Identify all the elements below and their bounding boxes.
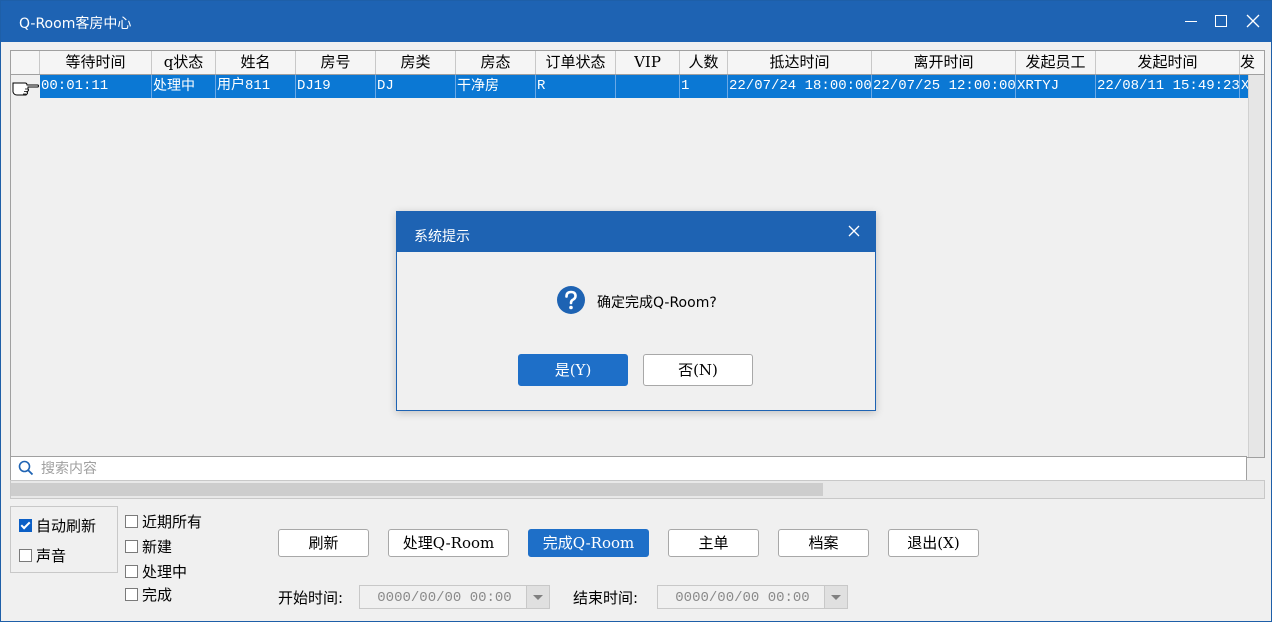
cell-wait-time: 00:01:11: [40, 75, 152, 98]
filter-processing[interactable]: 处理中: [125, 561, 187, 581]
search-icon: [18, 460, 34, 476]
vertical-scrollbar[interactable]: [1248, 75, 1264, 457]
minimize-icon: [1185, 21, 1197, 22]
filter-complete[interactable]: 完成: [125, 584, 172, 604]
cell-arrival: 22/07/24 18:00:00: [728, 75, 872, 98]
checkbox-icon: [125, 514, 138, 528]
title-bar: Q-Room客房中心: [1, 1, 1271, 42]
column-header[interactable]: 订单状态: [536, 51, 616, 74]
filter-label: 完成: [142, 585, 173, 604]
cell-name: 用户811: [216, 75, 296, 98]
question-icon: [557, 286, 585, 314]
search-box: [10, 456, 1247, 481]
checkbox-icon: [125, 587, 138, 601]
column-header[interactable]: 发起时间: [1096, 51, 1240, 74]
column-header[interactable]: 发起员工: [1016, 51, 1096, 74]
confirm-dialog: 系统提示 确定完成Q-Room? 是(Y) 否(N): [396, 211, 876, 411]
column-header[interactable]: 发: [1240, 51, 1264, 74]
sound-label: 声音: [36, 546, 67, 565]
column-header[interactable]: 离开时间: [872, 51, 1016, 74]
start-time-input[interactable]: [360, 586, 529, 610]
start-time-label: 开始时间:: [278, 589, 344, 607]
cell-staff: XRTYJ: [1016, 75, 1096, 98]
end-time-label: 结束时间:: [573, 589, 639, 607]
maximize-icon: [1215, 15, 1227, 27]
complete-qroom-button[interactable]: 完成Q-Room: [528, 529, 649, 557]
chevron-down-icon[interactable]: [526, 586, 549, 608]
end-time-picker[interactable]: [657, 585, 848, 610]
dialog-title-bar: 系统提示: [397, 212, 875, 252]
close-icon: [848, 225, 860, 237]
filter-label: 新建: [142, 537, 173, 556]
end-time-input[interactable]: [658, 586, 827, 610]
cell-departure: 22/07/25 12:00:00: [872, 75, 1016, 98]
archive-button[interactable]: 档案: [778, 529, 869, 557]
pointing-hand-icon: [12, 82, 39, 96]
yes-button[interactable]: 是(Y): [518, 354, 628, 386]
dialog-title: 系统提示: [414, 229, 470, 245]
start-time-picker[interactable]: [359, 585, 550, 610]
filter-label: 近期所有: [142, 512, 203, 531]
chevron-down-icon[interactable]: [824, 586, 847, 608]
column-header[interactable]: q状态: [152, 51, 216, 74]
dialog-close-button[interactable]: [845, 223, 863, 241]
filter-new[interactable]: 新建: [125, 536, 172, 556]
table-header: 等待时间 q状态 姓名 房号 房类 房态 订单状态 VIP 人数 抵达时间 离开…: [11, 51, 1264, 75]
column-header[interactable]: 等待时间: [40, 51, 152, 74]
column-header[interactable]: 房态: [456, 51, 536, 74]
close-button[interactable]: [1241, 9, 1265, 33]
scrollbar-thumb[interactable]: [11, 483, 823, 496]
exit-button[interactable]: 退出(X): [888, 529, 979, 557]
checkbox-icon: [19, 548, 32, 562]
horizontal-scrollbar[interactable]: [10, 480, 1265, 499]
checkbox-icon: [125, 564, 138, 578]
process-qroom-button[interactable]: 处理Q-Room: [388, 529, 509, 557]
auto-refresh-label: 自动刷新: [36, 516, 97, 535]
column-header[interactable]: 姓名: [216, 51, 296, 74]
dialog-message: 确定完成Q-Room?: [597, 295, 717, 311]
refresh-button[interactable]: 刷新: [278, 529, 369, 557]
cell-guests: 1: [680, 75, 728, 98]
cell-created: 22/08/11 15:49:23: [1096, 75, 1240, 98]
master-folio-button[interactable]: 主单: [668, 529, 759, 557]
column-header[interactable]: VIP: [616, 51, 680, 74]
table-row[interactable]: 00:01:11 处理中 用户811 DJ19 DJ 干净房 R 1 22/07…: [40, 75, 1264, 98]
checkbox-checked-icon: [19, 518, 32, 532]
minimize-button[interactable]: [1179, 9, 1203, 33]
cell-q-status: 处理中: [152, 75, 216, 98]
column-header[interactable]: 抵达时间: [728, 51, 872, 74]
cell-room-no: DJ19: [296, 75, 376, 98]
search-input[interactable]: [39, 459, 1233, 479]
window-title: Q-Room客房中心: [19, 16, 132, 32]
cell-order-status: R: [536, 75, 616, 98]
filter-recent-all[interactable]: 近期所有: [125, 511, 202, 531]
filter-label: 处理中: [142, 562, 188, 581]
checkbox-icon: [125, 539, 138, 553]
maximize-button[interactable]: [1209, 9, 1233, 33]
column-header[interactable]: 房号: [296, 51, 376, 74]
column-header[interactable]: 房类: [376, 51, 456, 74]
cell-room-type: DJ: [376, 75, 456, 98]
column-header[interactable]: 人数: [680, 51, 728, 74]
cell-room-state: 干净房: [456, 75, 536, 98]
options-group: 自动刷新 声音: [10, 506, 118, 573]
no-button[interactable]: 否(N): [643, 354, 753, 386]
sound-checkbox[interactable]: 声音: [19, 545, 66, 565]
cell-vip: [616, 75, 680, 98]
header-corner: [11, 51, 40, 74]
auto-refresh-checkbox[interactable]: 自动刷新: [19, 515, 96, 535]
close-icon: [1246, 14, 1260, 28]
row-indicator[interactable]: [11, 75, 41, 98]
